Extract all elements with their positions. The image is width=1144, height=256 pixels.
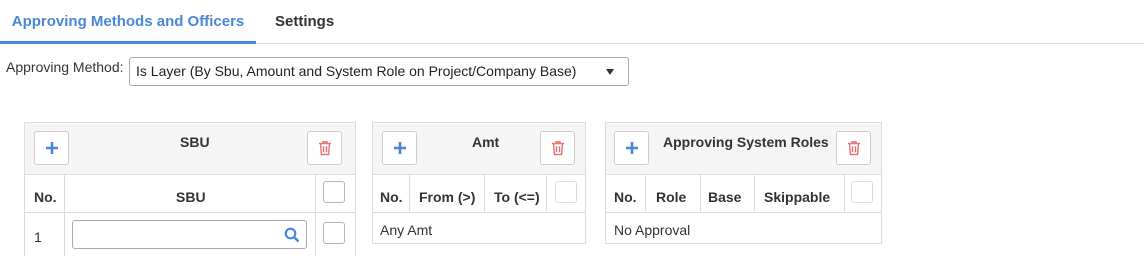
roles-row-text: No Approval	[614, 222, 691, 238]
sbu-row-number: 1	[34, 229, 42, 245]
amt-panel-title: Amt	[472, 134, 500, 150]
roles-col-divider-1	[645, 175, 646, 212]
amt-col-divider-1	[409, 175, 410, 212]
sbu-row-checkbox[interactable]	[323, 222, 345, 244]
roles-col-divider-4	[844, 175, 845, 212]
roles-col-divider-3	[754, 175, 755, 212]
roles-col-base: Base	[708, 189, 742, 205]
add-amt-button[interactable]	[382, 131, 417, 165]
roles-select-all-checkbox[interactable]	[851, 181, 873, 203]
add-sbu-button[interactable]	[34, 131, 69, 165]
roles-panel: Approving System Roles No. Role Base Ski…	[605, 122, 882, 244]
search-icon[interactable]	[284, 227, 300, 243]
sbu-col-sbu: SBU	[176, 189, 206, 205]
delete-amt-button[interactable]	[540, 131, 575, 165]
roles-col-role: Role	[656, 189, 687, 205]
sbu-panel: SBU No. SBU 1	[24, 122, 356, 256]
sbu-panel-title: SBU	[180, 134, 210, 150]
sbu-search-field[interactable]	[72, 220, 307, 249]
plus-icon	[625, 142, 638, 154]
roles-panel-title: Approving System Roles	[663, 134, 829, 150]
trash-icon	[551, 141, 564, 156]
tab-bar: Approving Methods and Officers Settings	[0, 0, 1144, 44]
approving-method-label: Approving Method:	[6, 59, 124, 75]
delete-sbu-button[interactable]	[307, 131, 342, 165]
trash-icon	[318, 141, 331, 156]
plus-icon	[393, 142, 406, 154]
amt-col-no: No.	[380, 189, 403, 205]
sbu-header-divider	[25, 212, 355, 213]
amt-panel: Amt No. From (>) To (<=) Any Amt	[372, 122, 586, 244]
add-role-button[interactable]	[614, 131, 649, 165]
amt-col-divider-2	[484, 175, 485, 212]
sbu-col-no: No.	[34, 189, 57, 205]
amt-header-divider	[373, 212, 585, 213]
approving-method-select[interactable]: Is Layer (By Sbu, Amount and System Role…	[129, 57, 629, 86]
roles-header-divider	[606, 212, 881, 213]
caret-down-icon	[606, 69, 614, 75]
delete-role-button[interactable]	[836, 131, 871, 165]
sbu-search-input[interactable]	[73, 221, 273, 248]
approving-method-value: Is Layer (By Sbu, Amount and System Role…	[136, 63, 577, 79]
tab-approving-methods[interactable]: Approving Methods and Officers	[0, 0, 256, 44]
sbu-col-divider-1	[64, 175, 65, 256]
tab-settings[interactable]: Settings	[275, 0, 334, 44]
plus-icon	[45, 142, 58, 154]
roles-col-skippable: Skippable	[764, 189, 831, 205]
trash-icon	[847, 141, 860, 156]
roles-col-divider-2	[700, 175, 701, 212]
amt-col-to: To (<=)	[494, 189, 540, 205]
sbu-col-divider-2	[315, 175, 316, 256]
amt-select-all-checkbox[interactable]	[555, 181, 577, 203]
roles-col-no: No.	[614, 189, 637, 205]
amt-col-from: From (>)	[419, 189, 476, 205]
amt-row-text: Any Amt	[380, 222, 433, 238]
sbu-select-all-checkbox[interactable]	[323, 181, 345, 203]
amt-col-divider-3	[546, 175, 547, 212]
